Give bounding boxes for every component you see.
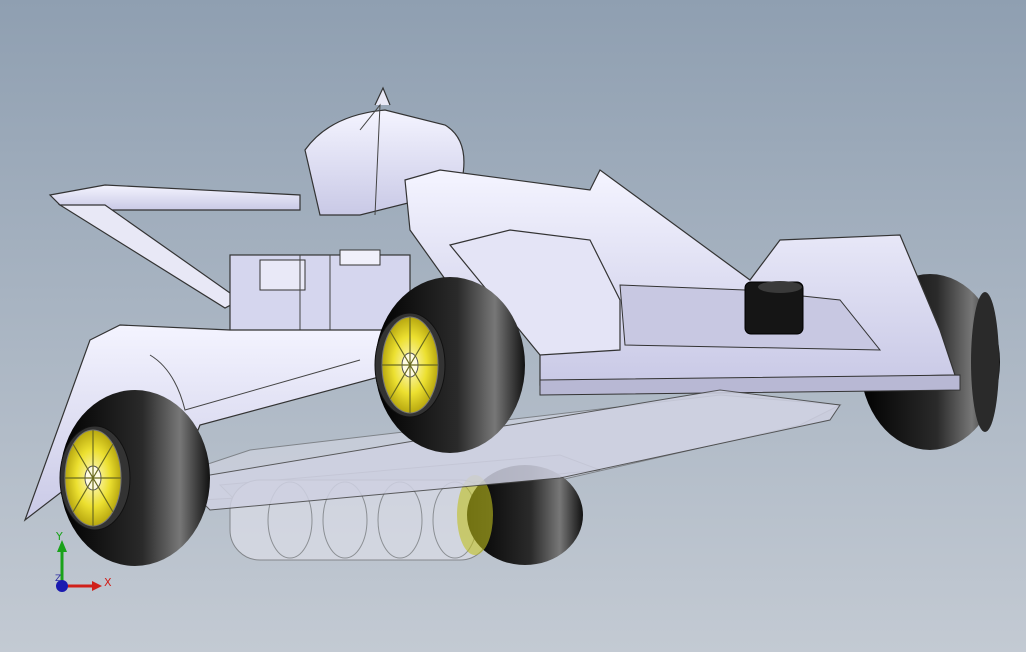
race-car-model[interactable] [0, 0, 1026, 652]
front-damper-unit [744, 281, 804, 335]
front-left-rim [381, 316, 439, 414]
graphics-viewport[interactable]: X Y Z [0, 0, 1026, 652]
x-axis-label: X [104, 576, 112, 589]
y-axis-label: Y [56, 530, 63, 543]
front-left-wheel[interactable] [374, 277, 525, 453]
rear-left-rim [64, 429, 122, 527]
coordinate-triad: X Y Z [50, 528, 120, 598]
z-axis-label: Z [55, 574, 62, 584]
